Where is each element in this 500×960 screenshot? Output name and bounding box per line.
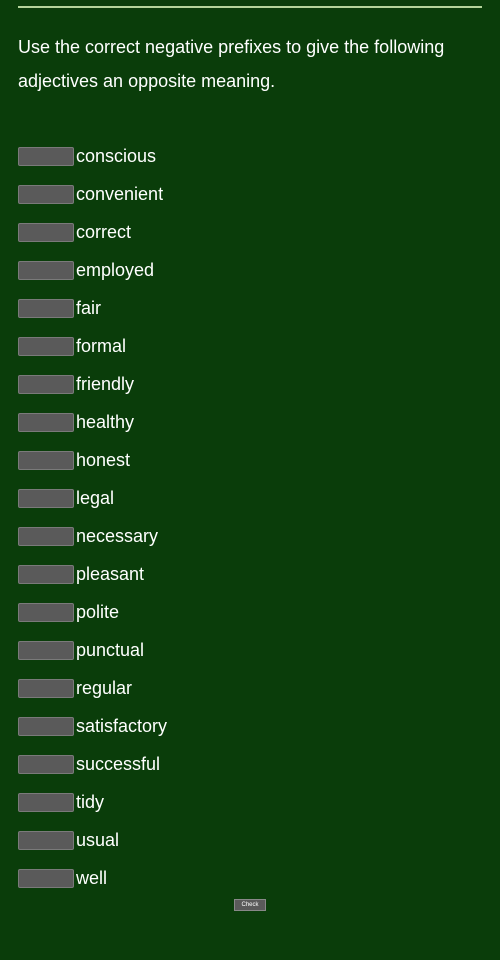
- adjective-label: fair: [76, 298, 101, 319]
- exercise-item: honest: [18, 450, 482, 471]
- prefix-input[interactable]: [18, 603, 74, 622]
- adjective-label: usual: [76, 830, 119, 851]
- exercise-item: friendly: [18, 374, 482, 395]
- exercise-item: healthy: [18, 412, 482, 433]
- prefix-input[interactable]: [18, 337, 74, 356]
- exercise-item: pleasant: [18, 564, 482, 585]
- exercise-item: conscious: [18, 146, 482, 167]
- adjective-label: regular: [76, 678, 132, 699]
- adjective-label: well: [76, 868, 107, 889]
- prefix-input[interactable]: [18, 869, 74, 888]
- exercise-list: conscious convenient correct employed fair fo…: [18, 146, 482, 889]
- exercise-item: well: [18, 868, 482, 889]
- submit-area: Check: [18, 899, 482, 911]
- adjective-label: necessary: [76, 526, 158, 547]
- prefix-input[interactable]: [18, 375, 74, 394]
- adjective-label: legal: [76, 488, 114, 509]
- adjective-label: tidy: [76, 792, 104, 813]
- exercise-container: Use the correct negative prefixes to giv…: [0, 0, 500, 911]
- prefix-input[interactable]: [18, 793, 74, 812]
- exercise-item: regular: [18, 678, 482, 699]
- adjective-label: correct: [76, 222, 131, 243]
- exercise-item: tidy: [18, 792, 482, 813]
- prefix-input[interactable]: [18, 451, 74, 470]
- prefix-input[interactable]: [18, 185, 74, 204]
- exercise-item: polite: [18, 602, 482, 623]
- prefix-input[interactable]: [18, 261, 74, 280]
- check-button[interactable]: Check: [234, 899, 265, 911]
- prefix-input[interactable]: [18, 679, 74, 698]
- prefix-input[interactable]: [18, 489, 74, 508]
- adjective-label: pleasant: [76, 564, 144, 585]
- prefix-input[interactable]: [18, 527, 74, 546]
- exercise-item: legal: [18, 488, 482, 509]
- adjective-label: employed: [76, 260, 154, 281]
- adjective-label: convenient: [76, 184, 163, 205]
- prefix-input[interactable]: [18, 299, 74, 318]
- prefix-input[interactable]: [18, 831, 74, 850]
- exercise-item: convenient: [18, 184, 482, 205]
- prefix-input[interactable]: [18, 413, 74, 432]
- exercise-item: usual: [18, 830, 482, 851]
- prefix-input[interactable]: [18, 717, 74, 736]
- adjective-label: healthy: [76, 412, 134, 433]
- adjective-label: formal: [76, 336, 126, 357]
- adjective-label: satisfactory: [76, 716, 167, 737]
- exercise-item: fair: [18, 298, 482, 319]
- prefix-input[interactable]: [18, 755, 74, 774]
- adjective-label: friendly: [76, 374, 134, 395]
- adjective-label: successful: [76, 754, 160, 775]
- prefix-input[interactable]: [18, 641, 74, 660]
- exercise-item: correct: [18, 222, 482, 243]
- exercise-item: satisfactory: [18, 716, 482, 737]
- exercise-item: employed: [18, 260, 482, 281]
- exercise-item: formal: [18, 336, 482, 357]
- adjective-label: polite: [76, 602, 119, 623]
- prefix-input[interactable]: [18, 147, 74, 166]
- prefix-input[interactable]: [18, 565, 74, 584]
- exercise-item: necessary: [18, 526, 482, 547]
- exercise-item: punctual: [18, 640, 482, 661]
- exercise-item: successful: [18, 754, 482, 775]
- adjective-label: honest: [76, 450, 130, 471]
- adjective-label: punctual: [76, 640, 144, 661]
- prefix-input[interactable]: [18, 223, 74, 242]
- instruction-text: Use the correct negative prefixes to giv…: [18, 30, 482, 98]
- adjective-label: conscious: [76, 146, 156, 167]
- title-divider: [18, 0, 482, 8]
